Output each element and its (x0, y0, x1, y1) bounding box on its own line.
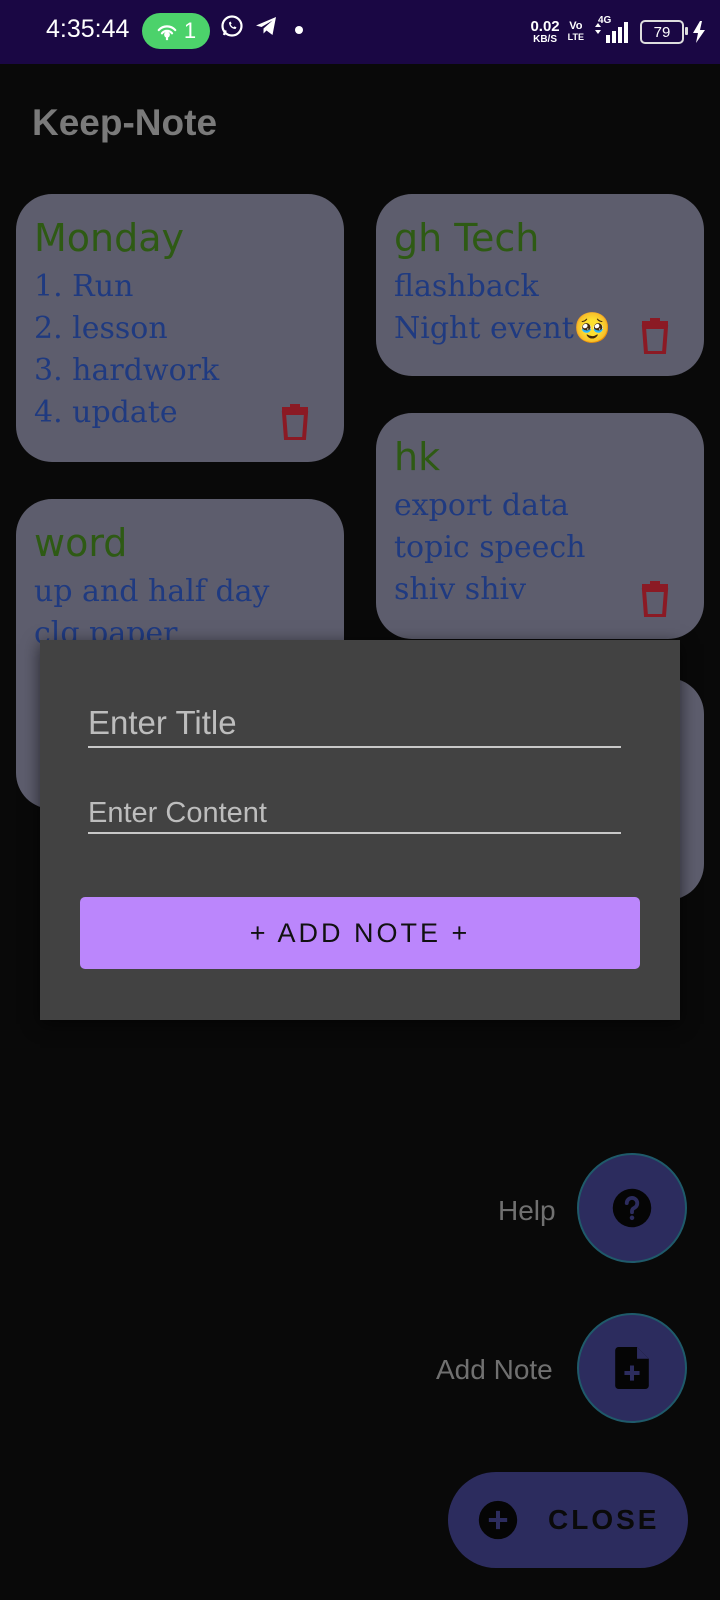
volte-bottom: LTE (567, 32, 584, 42)
help-button[interactable] (577, 1153, 687, 1263)
note-line: 3. hardwork (34, 353, 220, 388)
note-line: topic speech (394, 530, 586, 565)
note-line: export data (394, 488, 569, 523)
add-note-label[interactable]: Add Note (436, 1354, 553, 1386)
trash-icon[interactable] (640, 581, 670, 618)
help-label[interactable]: Help (498, 1195, 556, 1227)
note-content: export data topic speech shiv shiv (394, 485, 585, 611)
net-speed-unit: KB/S (533, 33, 557, 45)
title-field[interactable] (88, 702, 621, 748)
signal-strength: 4G (592, 15, 632, 45)
content-input[interactable] (88, 796, 621, 830)
note-content: flashback Night event🥹 (394, 266, 611, 350)
status-time: 4:35:44 (46, 15, 130, 43)
close-button[interactable]: CLOSE (448, 1472, 688, 1568)
help-circle-icon (612, 1188, 652, 1228)
hotspot-badge: 1 (142, 13, 210, 49)
net-speed-value: 0.02 (530, 17, 560, 35)
notification-dot-icon (294, 22, 304, 40)
note-card[interactable]: Monday 1. Run 2. lesson 3. hardwork 4. u… (16, 194, 344, 462)
note-line: 2. lesson (34, 311, 168, 346)
note-card[interactable]: gh Tech flashback Night event🥹 (376, 194, 704, 376)
note-title: gh Tech (394, 216, 540, 260)
note-title: hk (394, 435, 441, 479)
add-note-dialog: + ADD NOTE + (40, 640, 680, 1020)
network-speed: 0.02 KB/S (530, 19, 559, 46)
battery-level: 79 (653, 23, 671, 41)
note-line: 1. Run (34, 269, 134, 304)
note-line: 4. update (34, 395, 178, 430)
battery-indicator: 79 (640, 20, 688, 44)
whatsapp-icon (220, 14, 244, 43)
add-note-fab[interactable] (577, 1313, 687, 1423)
note-title: word (34, 521, 128, 565)
title-input[interactable] (88, 702, 621, 744)
note-title: Monday (34, 216, 185, 260)
note-line: flashback (394, 269, 539, 304)
volte-top: Vo (569, 20, 583, 32)
add-note-button[interactable]: + ADD NOTE + (80, 897, 640, 969)
note-line: shiv shiv (394, 572, 527, 607)
telegram-icon (254, 14, 278, 43)
content-field[interactable] (88, 796, 621, 834)
note-content: 1. Run 2. lesson 3. hardwork 4. update (34, 266, 219, 434)
signal-icon (595, 22, 628, 43)
status-bar: 4:35:44 1 0.02 KB/S Vo LTE 4G 79 (0, 0, 720, 64)
close-label: CLOSE (548, 1504, 660, 1535)
hotspot-icon (157, 25, 177, 41)
note-card[interactable]: hk export data topic speech shiv shiv (376, 413, 704, 639)
plus-circle-icon (478, 1500, 518, 1540)
note-line: up and half day (34, 574, 270, 609)
trash-icon[interactable] (640, 318, 670, 355)
file-plus-icon (615, 1347, 649, 1389)
hotspot-count: 1 (183, 18, 197, 43)
status-right: 0.02 KB/S Vo LTE 4G 79 (530, 12, 706, 52)
volte-indicator: Vo LTE (568, 21, 584, 43)
charging-icon (693, 21, 705, 43)
trash-icon[interactable] (280, 404, 310, 441)
app-title: Keep-Note (32, 102, 218, 143)
note-line: Night event🥹 (394, 311, 612, 346)
